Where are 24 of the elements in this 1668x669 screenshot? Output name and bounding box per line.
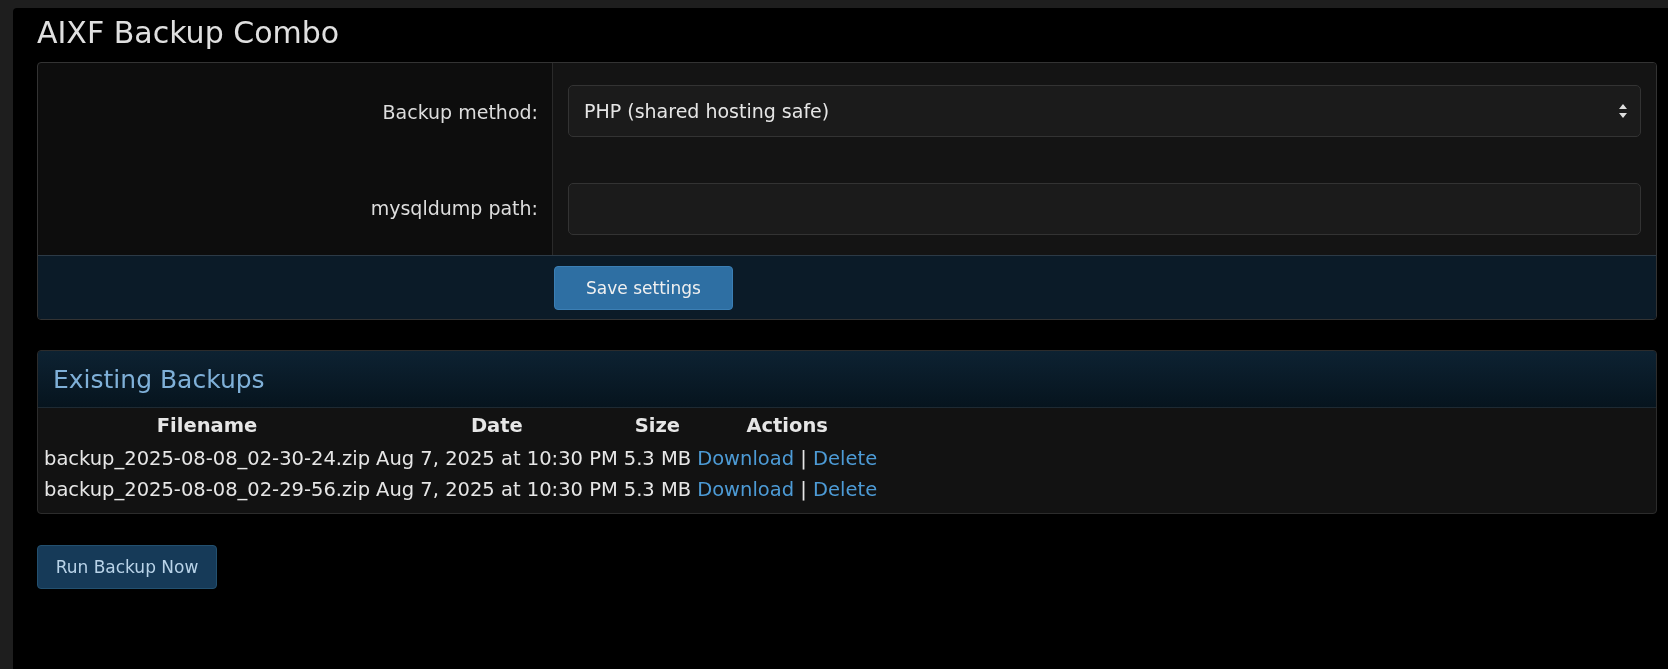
run-backup-button[interactable]: Run Backup Now (37, 545, 217, 589)
table-cell-text: backup_2025-08-08_02-30-24.zip (43, 446, 372, 472)
sort-arrows-icon (1618, 103, 1628, 119)
block-title: Existing Backups (53, 364, 265, 394)
column-header: Size (633, 413, 682, 439)
column-header: Actions (745, 413, 829, 439)
separator: | (800, 478, 807, 501)
field-label: Backup method: (382, 101, 538, 123)
delete-link[interactable]: Delete (813, 447, 878, 470)
download-link[interactable]: Download (697, 478, 795, 501)
column-header: Filename (155, 413, 259, 439)
separator: | (800, 447, 807, 470)
save-button[interactable]: Save settings (554, 265, 733, 310)
delete-link[interactable]: Delete (813, 478, 878, 501)
table-cell-text: backup_2025-08-08_02-29-56.zip (43, 477, 372, 503)
download-link[interactable]: Download (697, 447, 795, 470)
input-field[interactable] (568, 183, 1641, 235)
table-cell-text: 5.3 MB (622, 446, 693, 472)
table-cell-text: Aug 7, 2025 at 10:30 PM (375, 477, 619, 503)
column-header: Date (469, 413, 524, 439)
table-cell-text: Aug 7, 2025 at 10:30 PM (375, 446, 619, 472)
field-label: mysqldump path: (370, 197, 538, 219)
table-cell-text: 5.3 MB (622, 477, 693, 503)
backup-method-select[interactable]: PHP (shared hosting safe) (568, 85, 1641, 137)
